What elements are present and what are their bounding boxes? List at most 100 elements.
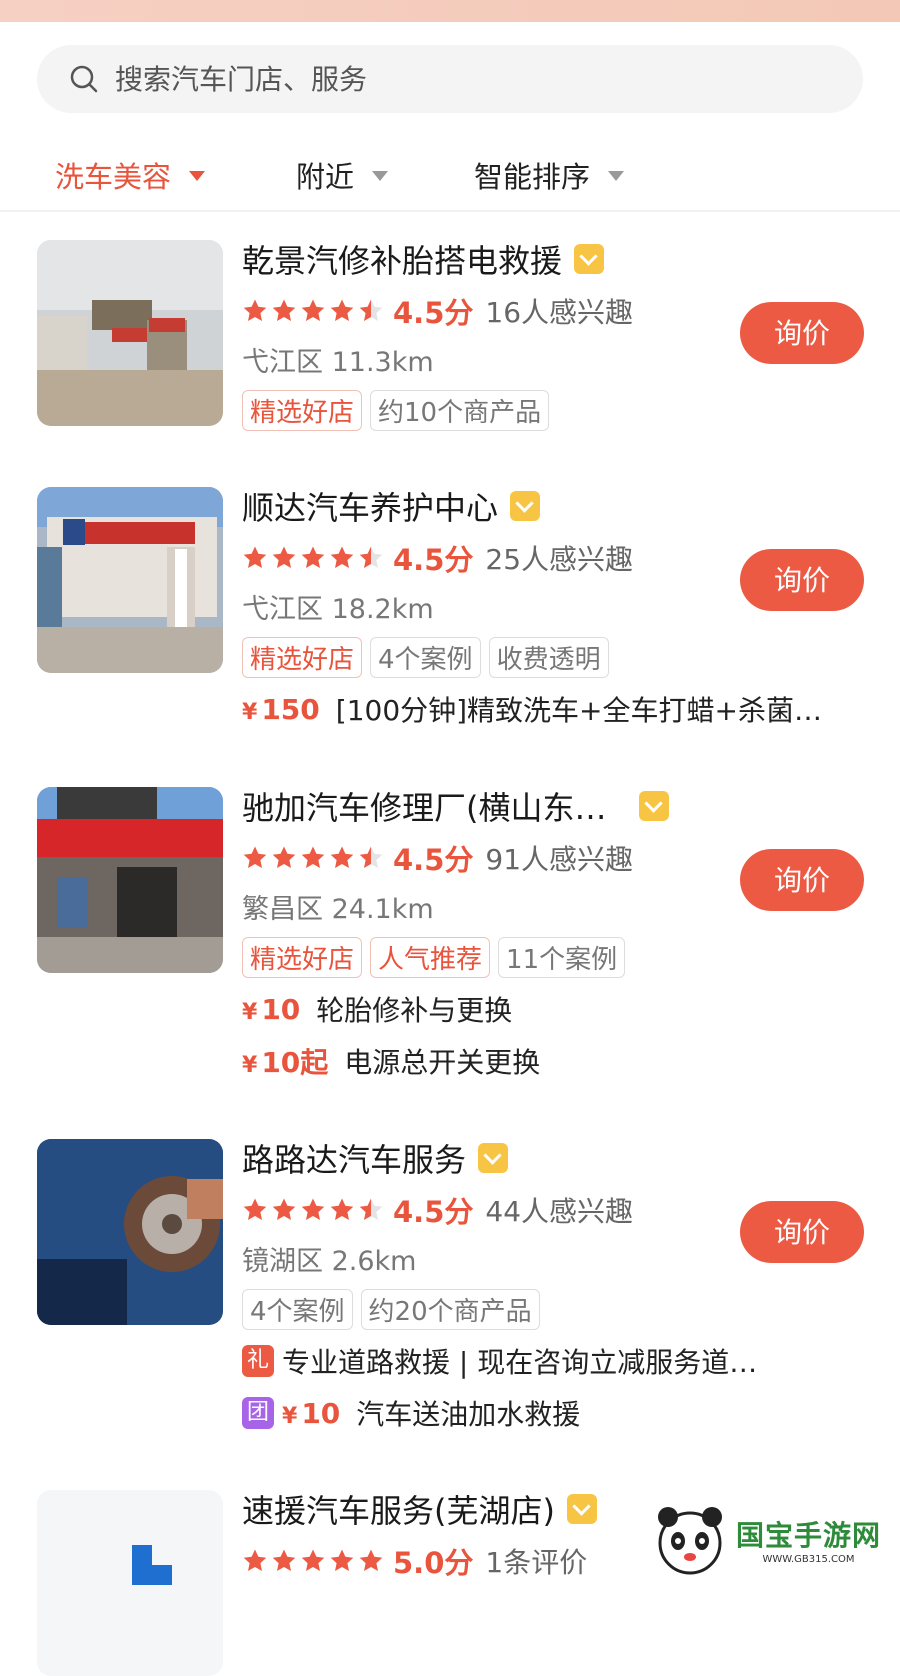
search-input[interactable] [113, 61, 797, 97]
rating-row: 5.0分 1条评价 [242, 1540, 587, 1582]
gift-promo[interactable]: 礼 专业道路救援 | 现在咨询立减服务道… [242, 1341, 757, 1381]
search-icon [70, 65, 98, 93]
inquire-button[interactable]: 询价 [740, 302, 864, 364]
inquire-button[interactable]: 询价 [740, 849, 864, 911]
shop-name[interactable]: 顺达汽车养护中心 [242, 483, 541, 529]
star-rating [242, 845, 387, 871]
star-icon [272, 1549, 296, 1571]
filter-bar: 洗车美容 附近 智能排序 [0, 138, 900, 212]
star-icon [301, 1198, 325, 1220]
filter-category-dropdown[interactable]: 洗车美容 [55, 154, 206, 196]
rating-row: 4.5分 91人感兴趣 [242, 837, 633, 879]
rating-score: 4.5分 [393, 1195, 474, 1229]
watermark-url: WWW.GB315.COM [762, 1553, 855, 1565]
shop-name[interactable]: 乾景汽修补胎搭电救援 [242, 236, 605, 282]
offer-description: 汽车送油加水救援 [356, 1398, 581, 1431]
rating-row: 4.5分 16人感兴趣 [242, 290, 633, 332]
tag: 人气推荐 [370, 937, 491, 978]
star-icon [359, 1198, 383, 1220]
panda-logo-icon [658, 1507, 722, 1575]
star-icon [330, 1549, 354, 1571]
offer-price: ¥150 [242, 692, 320, 726]
tag: 4个案例 [370, 637, 481, 678]
service-offer[interactable]: ¥10 轮胎修补与更换 [242, 989, 512, 1029]
star-rating [242, 298, 387, 324]
shop-photo [37, 1490, 223, 1676]
offer-price: ¥10 [282, 1396, 341, 1430]
verified-badge-icon [478, 1143, 509, 1173]
star-icon [330, 299, 354, 321]
group-buy-icon: 团 [242, 1397, 274, 1429]
tag-list: 精选好店 人气推荐 11个案例 [242, 937, 633, 978]
gift-icon: 礼 [242, 1345, 274, 1377]
tag: 收费透明 [488, 637, 609, 678]
offer-price: ¥10 [242, 992, 301, 1026]
search-bar[interactable] [37, 45, 863, 113]
star-icon [272, 546, 296, 568]
offer-description: 电源总开关更换 [344, 1046, 541, 1079]
service-offer[interactable]: ¥10起 电源总开关更换 [242, 1041, 540, 1081]
group-deal[interactable]: 团 ¥10 汽车送油加水救援 [242, 1393, 580, 1433]
star-icon [243, 1549, 267, 1571]
star-icon [330, 546, 354, 568]
rating-score: 4.5分 [393, 543, 474, 577]
star-icon [330, 1198, 354, 1220]
star-icon [301, 546, 325, 568]
tag: 11个案例 [498, 937, 626, 978]
caret-down-icon [608, 171, 625, 181]
inquire-button[interactable]: 询价 [740, 1201, 864, 1263]
rating-row: 4.5分 44人感兴趣 [242, 1189, 633, 1231]
caret-down-icon [372, 171, 389, 181]
tag: 约10个商产品 [370, 390, 550, 431]
gift-description: 专业道路救援 | 现在咨询立减服务道… [282, 1346, 758, 1379]
star-icon [359, 546, 383, 568]
watermark-brand: 国宝手游网 [736, 1518, 882, 1552]
star-icon [301, 1549, 325, 1571]
tag: 精选好店 [242, 937, 363, 978]
tag: 约20个商产品 [360, 1289, 540, 1330]
tag-list: 4个案例 约20个商产品 [242, 1289, 548, 1330]
tag: 4个案例 [242, 1289, 353, 1330]
star-icon [359, 299, 383, 321]
filter-sort-dropdown[interactable]: 智能排序 [474, 154, 625, 196]
site-watermark: 国宝手游网 WWW.GB315.COM [650, 1478, 900, 1600]
star-rating [242, 545, 387, 571]
rating-score: 4.5分 [393, 296, 474, 330]
inquire-button[interactable]: 询价 [740, 549, 864, 611]
star-rating [242, 1548, 387, 1574]
caret-down-icon [189, 171, 206, 181]
verified-badge-icon [574, 244, 605, 274]
star-icon [359, 846, 383, 868]
verified-badge-icon [510, 491, 541, 521]
interest-count: 16人感兴趣 [485, 296, 634, 329]
star-icon [301, 299, 325, 321]
interest-count: 25人感兴趣 [485, 543, 634, 576]
filter-distance-label: 附近 [296, 160, 355, 194]
shop-name[interactable]: 驰加汽车修理厂(横山东… [242, 783, 669, 829]
shop-photo [37, 1139, 223, 1325]
star-rating [242, 1197, 387, 1223]
star-icon [359, 1549, 383, 1571]
rating-score: 4.5分 [393, 843, 474, 877]
star-icon [272, 299, 296, 321]
filter-distance-dropdown[interactable]: 附近 [296, 154, 389, 196]
top-status-strip [0, 0, 900, 22]
shop-name[interactable]: 速援汽车服务(芜湖店) [242, 1486, 597, 1532]
shop-photo [37, 487, 223, 673]
tag-list: 精选好店 约10个商产品 [242, 390, 557, 431]
star-icon [243, 846, 267, 868]
star-icon [243, 299, 267, 321]
star-icon [243, 546, 267, 568]
rating-row: 4.5分 25人感兴趣 [242, 537, 633, 579]
shop-name[interactable]: 路路达汽车服务 [242, 1135, 509, 1181]
star-icon [301, 846, 325, 868]
service-offer[interactable]: ¥150 [100分钟]精致洗车+全车打蜡+杀菌… [242, 689, 822, 729]
location-distance: 弋江区 18.2km [242, 594, 434, 625]
interest-count: 1条评价 [485, 1546, 588, 1579]
offer-description: 轮胎修补与更换 [316, 994, 513, 1027]
tag: 精选好店 [242, 390, 363, 431]
star-icon [330, 846, 354, 868]
interest-count: 44人感兴趣 [485, 1195, 634, 1228]
interest-count: 91人感兴趣 [485, 843, 634, 876]
rating-score: 5.0分 [393, 1546, 474, 1580]
